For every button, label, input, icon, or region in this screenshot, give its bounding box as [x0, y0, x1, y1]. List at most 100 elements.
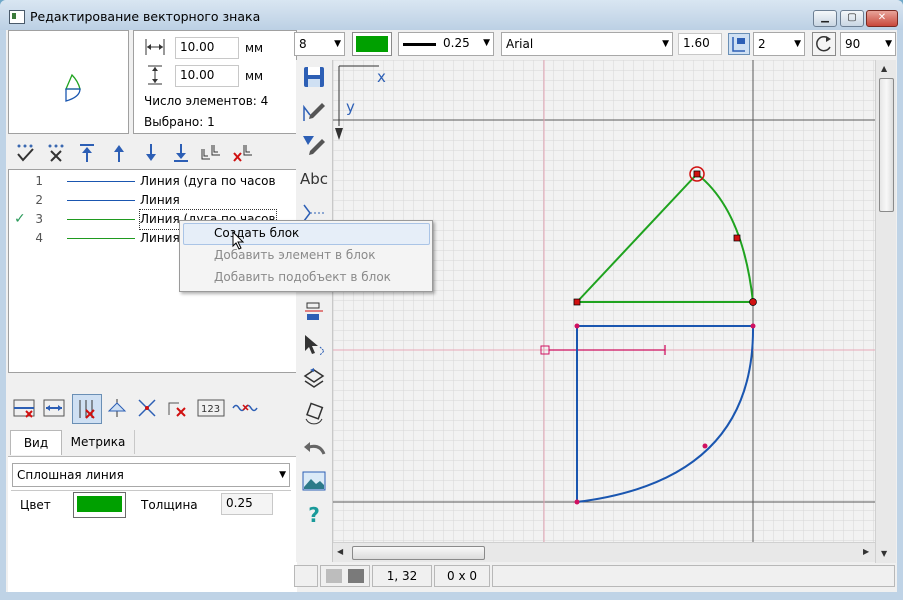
- text-tool-icon: Abc: [299, 170, 329, 188]
- split-button[interactable]: [72, 394, 102, 424]
- scroll-right-icon[interactable]: ▶: [863, 547, 869, 556]
- maximize-button[interactable]: ▢: [840, 10, 864, 27]
- minimize-button[interactable]: ▁: [813, 10, 837, 27]
- list-item[interactable]: 2 Линия: [9, 191, 272, 210]
- group-button[interactable]: [199, 141, 223, 165]
- green-vertex-top[interactable]: [693, 170, 701, 178]
- count-select[interactable]: 2 ▼: [753, 32, 805, 56]
- align-button[interactable]: [296, 294, 332, 328]
- split-icon: [79, 400, 95, 419]
- font-size-field[interactable]: 1.60: [678, 33, 722, 55]
- horizontal-scrollbar[interactable]: ◀ ▶: [333, 542, 875, 562]
- rotate-button[interactable]: [135, 396, 159, 420]
- help-button[interactable]: ?: [296, 498, 332, 532]
- symbol-preview: [8, 30, 129, 134]
- fill-color-button[interactable]: [352, 32, 392, 56]
- canvas-drawing: x y: [333, 60, 875, 562]
- draw-line-button[interactable]: [296, 94, 332, 128]
- list-toolbar: [8, 138, 297, 168]
- numbering-button[interactable]: 123: [196, 396, 226, 420]
- status-coordinates: 1, 32: [372, 565, 432, 587]
- delete-vertex-icon: [168, 402, 186, 417]
- draw-polygon-button[interactable]: [296, 128, 332, 162]
- angle-select[interactable]: 90 ▼: [840, 32, 896, 56]
- tab-metric[interactable]: Метрика: [62, 430, 135, 454]
- thickness-label: Толщина: [141, 498, 198, 512]
- fill-color-swatch: [356, 36, 388, 52]
- line-width-value: 0.25: [443, 36, 470, 50]
- font-value: Arial: [506, 37, 534, 51]
- move-top-button[interactable]: [75, 141, 99, 165]
- width-icon: [145, 39, 165, 55]
- check-icon: ✓: [14, 211, 26, 227]
- chevron-down-icon: ▼: [794, 39, 801, 49]
- select-all-button[interactable]: [13, 141, 37, 165]
- grid: [333, 60, 875, 562]
- menu-item-add-subobject[interactable]: Добавить подобъект в блок: [214, 270, 391, 284]
- rotate-shape-button[interactable]: [296, 396, 332, 430]
- drawing-canvas[interactable]: x y: [333, 60, 875, 562]
- menu-item-create-block[interactable]: Создать блок: [214, 226, 299, 240]
- vertical-scrollbar[interactable]: ▲ ▼: [875, 60, 896, 563]
- tab-view[interactable]: Вид: [10, 430, 62, 455]
- save-button[interactable]: [296, 60, 332, 94]
- delete-vertex-button[interactable]: [165, 396, 189, 420]
- color-picker[interactable]: [73, 492, 126, 518]
- green-arc-mid-vertex[interactable]: [733, 234, 741, 242]
- wave-button[interactable]: [230, 396, 260, 420]
- text-tool-button[interactable]: Abc: [296, 162, 332, 196]
- rotate-angle-button[interactable]: [812, 32, 836, 56]
- move-bottom-button[interactable]: [169, 141, 193, 165]
- horizontal-scroll-thumb[interactable]: [352, 546, 485, 560]
- status-message: [492, 565, 895, 587]
- image-icon: [302, 471, 326, 491]
- ungroup-button[interactable]: [231, 141, 255, 165]
- close-button[interactable]: ✕: [866, 10, 898, 27]
- rotate-icon: [816, 35, 831, 52]
- rotate-icon: [138, 399, 156, 417]
- width-field[interactable]: 10.00: [175, 37, 239, 59]
- move-up-button[interactable]: [107, 141, 131, 165]
- undo-icon: [304, 442, 326, 455]
- green-vertex-right[interactable]: [749, 298, 757, 306]
- undo-button[interactable]: [296, 430, 332, 464]
- scroll-left-icon[interactable]: ◀: [337, 547, 343, 556]
- scroll-down-icon[interactable]: ▼: [881, 549, 887, 558]
- vertical-scroll-thumb[interactable]: [879, 78, 894, 212]
- list-item-line-sample: [67, 181, 135, 182]
- deselect-all-button[interactable]: [44, 141, 68, 165]
- stretch-button[interactable]: [42, 396, 66, 420]
- height-field[interactable]: 10.00: [175, 65, 239, 87]
- status-bar: 1, 32 0 x 0: [294, 565, 895, 589]
- green-vertex-left[interactable]: [573, 298, 581, 306]
- move-button[interactable]: [296, 328, 332, 362]
- move-down-button[interactable]: [139, 141, 163, 165]
- blue-arc-mid-vertex[interactable]: [702, 443, 708, 449]
- count-icon-button[interactable]: [728, 33, 750, 55]
- list-item-name: Линия: [140, 231, 180, 245]
- mirror-button[interactable]: [105, 396, 129, 420]
- thickness-field[interactable]: 0.25: [221, 493, 273, 515]
- line-width-select[interactable]: 0.25 ▼: [398, 32, 494, 56]
- list-item[interactable]: 1 Линия (дуга по часов: [9, 172, 275, 191]
- size-select-value: 8: [299, 37, 307, 51]
- font-select[interactable]: Arial ▼: [501, 32, 673, 56]
- flip-button[interactable]: [296, 362, 332, 396]
- selected-count: Выбрано: 1: [144, 115, 215, 129]
- blue-vertex-tl[interactable]: [574, 323, 580, 329]
- line-sample: [403, 43, 436, 46]
- line-type-select[interactable]: Сплошная линия ▼: [12, 463, 290, 487]
- client-area: 10.00 мм 10.00 мм Число элементов: 4 Выб…: [6, 30, 897, 592]
- arrow-down-icon: [146, 144, 156, 161]
- blue-vertex-bl[interactable]: [574, 499, 580, 505]
- window: Редактирование векторного знака ▁ ▢ ✕ 10…: [0, 0, 903, 600]
- symbol-preview-icon: [65, 73, 81, 102]
- delete-node-button[interactable]: [12, 396, 36, 420]
- arrow-bottom-icon: [174, 144, 188, 162]
- polygon-pencil-icon: [303, 136, 325, 155]
- size-select[interactable]: 8 ▼: [294, 32, 345, 56]
- blue-vertex-tr[interactable]: [750, 323, 756, 329]
- image-button[interactable]: [296, 464, 332, 498]
- scroll-up-icon[interactable]: ▲: [881, 64, 887, 73]
- top-toolbar: 8 ▼ 0.25 ▼ Arial ▼ 1.60 2 ▼ 90 ▼: [294, 30, 897, 58]
